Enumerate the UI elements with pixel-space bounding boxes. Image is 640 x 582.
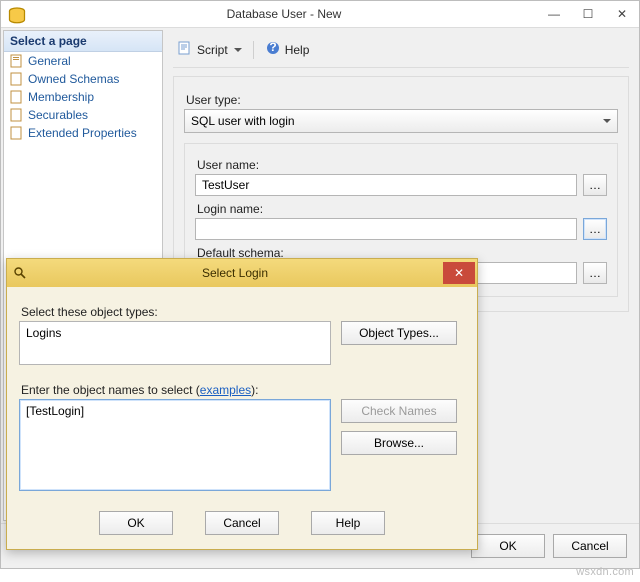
- object-names-label: Enter the object names to select (exampl…: [21, 383, 465, 397]
- close-button[interactable]: ✕: [605, 3, 639, 25]
- sidebar-item-owned-schemas[interactable]: Owned Schemas: [4, 70, 162, 88]
- cancel-button[interactable]: Cancel: [553, 534, 627, 558]
- page-icon: [10, 126, 24, 140]
- dialog-footer: OK Cancel Help: [7, 501, 477, 549]
- dialog-cancel-button[interactable]: Cancel: [205, 511, 279, 535]
- user-name-input[interactable]: [195, 174, 577, 196]
- help-label: Help: [285, 43, 310, 57]
- window-controls: — ☐ ✕: [537, 3, 639, 25]
- help-icon: ?: [265, 40, 281, 59]
- examples-link[interactable]: examples: [200, 383, 251, 397]
- dialog-ok-button[interactable]: OK: [99, 511, 173, 535]
- dialog-body: Select these object types: Logins Object…: [7, 287, 477, 501]
- check-names-button[interactable]: Check Names: [341, 399, 457, 423]
- svg-text:?: ?: [269, 40, 276, 54]
- sidebar-item-label: Securables: [28, 108, 88, 122]
- page-icon: [10, 72, 24, 86]
- sidebar-item-label: Extended Properties: [28, 126, 137, 140]
- help-button[interactable]: ? Help: [261, 38, 314, 61]
- object-types-value: Logins: [26, 326, 61, 340]
- user-type-value: SQL user with login: [191, 114, 295, 128]
- object-types-label: Select these object types:: [21, 305, 465, 319]
- user-name-browse-button[interactable]: …: [583, 174, 607, 196]
- user-type-select[interactable]: SQL user with login: [184, 109, 618, 133]
- watermark: wsxdn.com: [576, 566, 634, 578]
- maximize-button[interactable]: ☐: [571, 3, 605, 25]
- script-icon: [177, 40, 193, 59]
- page-icon: [10, 108, 24, 122]
- chevron-down-icon: [234, 48, 242, 52]
- ok-button[interactable]: OK: [471, 534, 545, 558]
- separator: [253, 41, 254, 59]
- dialog-select-login: Select Login ✕ Select these object types…: [6, 258, 478, 550]
- object-types-button[interactable]: Object Types...: [341, 321, 457, 345]
- sidebar-item-extended-properties[interactable]: Extended Properties: [4, 124, 162, 142]
- window-title: Database User - New: [31, 7, 537, 21]
- search-icon: [13, 266, 27, 280]
- object-names-value: [TestLogin]: [26, 404, 84, 418]
- titlebar[interactable]: Database User - New — ☐ ✕: [1, 1, 639, 28]
- login-name-label: Login name:: [197, 202, 607, 216]
- dialog-titlebar[interactable]: Select Login ✕: [7, 259, 477, 287]
- dialog-close-button[interactable]: ✕: [443, 262, 475, 284]
- login-name-input[interactable]: [195, 218, 577, 240]
- sidebar-item-label: General: [28, 54, 71, 68]
- sidebar-item-securables[interactable]: Securables: [4, 106, 162, 124]
- sidebar-item-membership[interactable]: Membership: [4, 88, 162, 106]
- login-name-browse-button[interactable]: …: [583, 218, 607, 240]
- toolbar: Script ? Help: [173, 36, 629, 68]
- sidebar-item-label: Membership: [28, 90, 94, 104]
- default-schema-browse-button[interactable]: …: [583, 262, 607, 284]
- user-name-label: User name:: [197, 158, 607, 172]
- page-icon: [10, 90, 24, 104]
- dialog-help-button[interactable]: Help: [311, 511, 385, 535]
- page-icon: [10, 54, 24, 68]
- script-label: Script: [197, 43, 228, 57]
- app-icon: [7, 6, 27, 22]
- script-button[interactable]: Script: [173, 38, 246, 61]
- object-names-input[interactable]: [TestLogin]: [19, 399, 331, 491]
- user-type-label: User type:: [186, 93, 618, 107]
- sidebar-item-label: Owned Schemas: [28, 72, 119, 86]
- sidebar-item-general[interactable]: General: [4, 52, 162, 70]
- dialog-title: Select Login: [27, 266, 443, 280]
- object-types-box: Logins: [19, 321, 331, 365]
- page-selector-header: Select a page: [4, 31, 162, 52]
- minimize-button[interactable]: —: [537, 3, 571, 25]
- browse-button[interactable]: Browse...: [341, 431, 457, 455]
- chevron-down-icon: [603, 119, 611, 123]
